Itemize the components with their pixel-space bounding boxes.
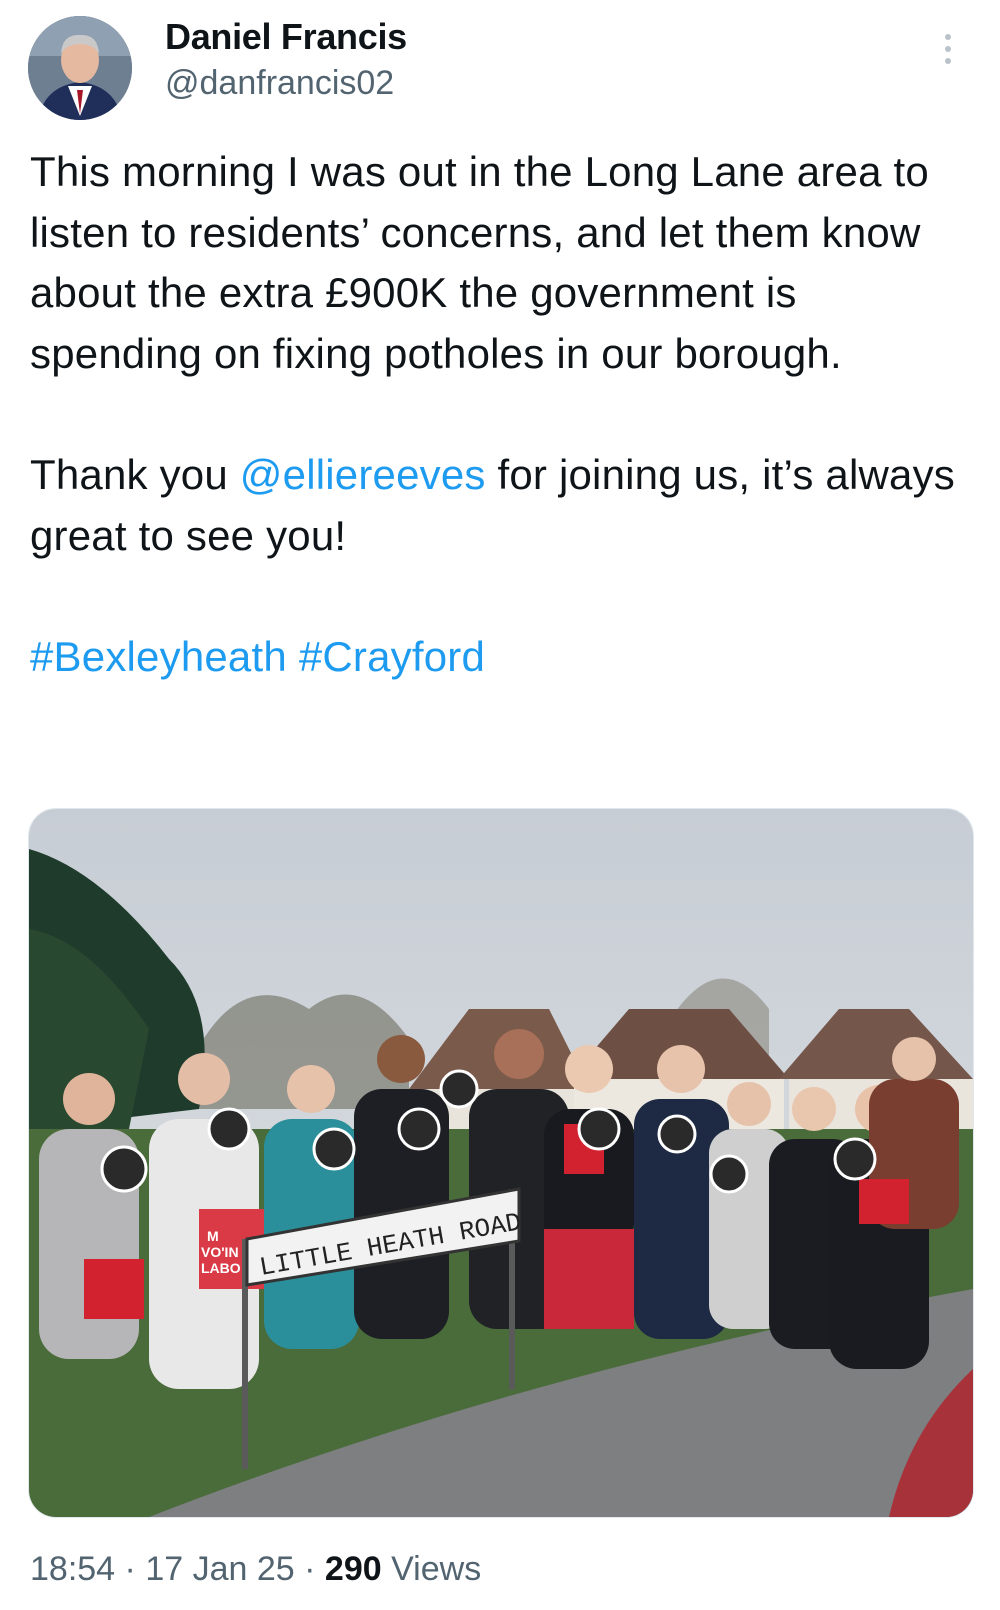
tweet-time[interactable]: 18:54 [30,1550,115,1588]
tweet-meta: 18:54 · 17 Jan 25 · 290 Views [30,1550,481,1589]
author-handle[interactable]: @danfrancis02 [165,64,394,103]
tweet-paragraph: This morning I was out in the Long Lane … [30,148,929,377]
tweet-paragraph: Thank you @elliereeves for joining us, i… [30,445,980,566]
tweet-date[interactable]: 17 Jan 25 [145,1550,294,1588]
more-options-icon[interactable] [940,34,956,74]
bag-text: LABO [201,1260,241,1276]
tweet-photo[interactable]: M VO'IN LABO LITTLE HEATH ROAD [28,808,974,1518]
avatar[interactable] [28,16,132,120]
separator: · [304,1550,316,1588]
profile-photo-icon [28,16,132,120]
bag-text: M [207,1228,219,1244]
views-count[interactable]: 290 [325,1550,382,1588]
views-label[interactable]: Views [391,1550,481,1588]
separator: · [124,1550,136,1588]
hashtags: #Bexleyheath #Crayford [30,627,980,688]
bag-text: VO'IN [201,1244,239,1260]
hashtag-link[interactable]: #Bexleyheath [30,633,287,680]
tweet-text-segment: Thank you [30,451,240,498]
group-photo: M VO'IN LABO LITTLE HEATH ROAD [29,809,973,1517]
hashtag-link[interactable]: #Crayford [299,633,485,680]
tweet-text: This morning I was out in the Long Lane … [30,142,980,688]
mention-link[interactable]: @elliereeves [240,451,486,498]
author-name[interactable]: Daniel Francis [165,16,407,58]
